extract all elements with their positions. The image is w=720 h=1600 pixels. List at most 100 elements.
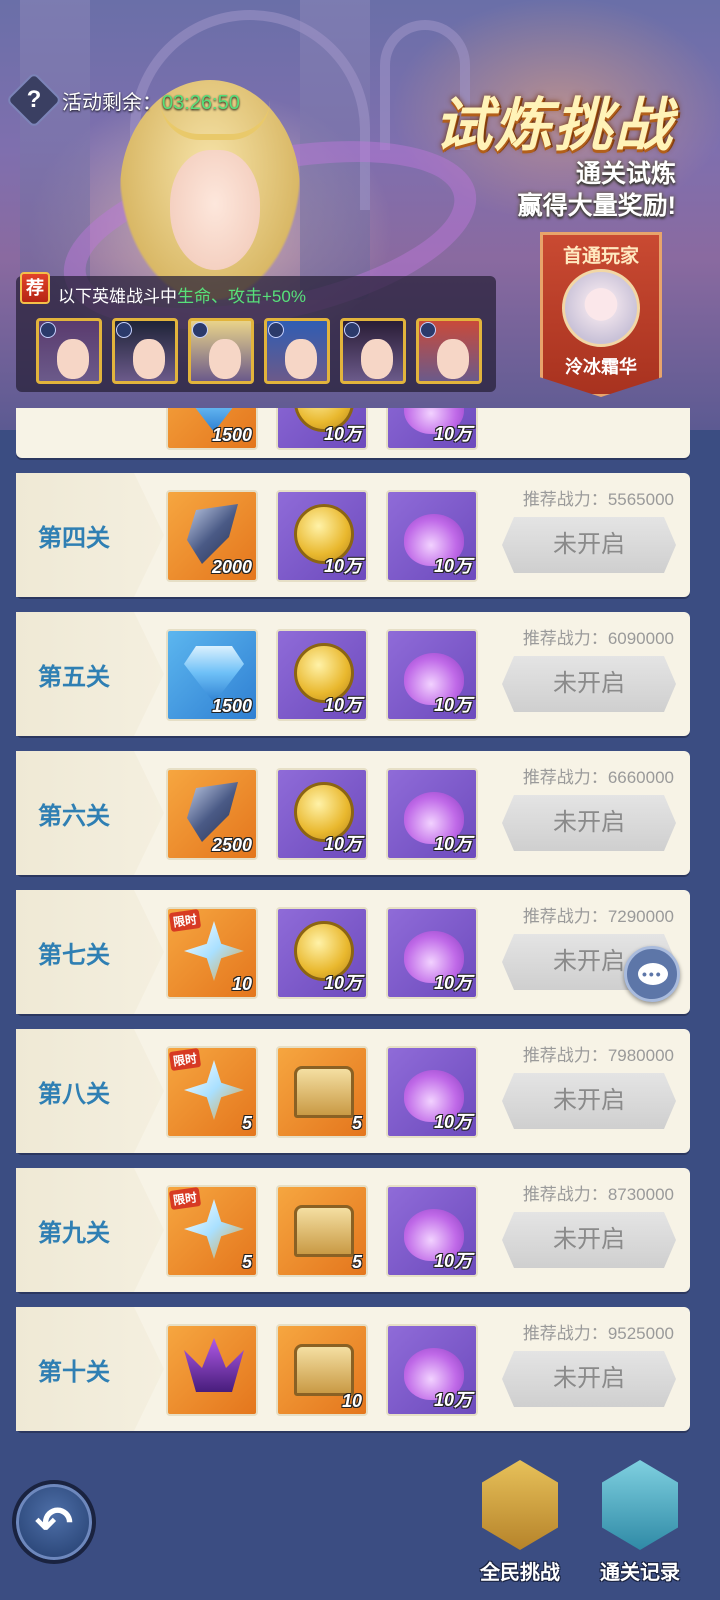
hero-portrait[interactable] (264, 318, 330, 384)
reward-list: 2000 10万 10万 (166, 490, 478, 582)
power-label: 推荐战力： (522, 1046, 608, 1065)
hero-bonus-panel: 荐 以下英雄战斗中生命、攻击+50% (16, 272, 496, 392)
castle-icon (482, 1460, 558, 1550)
challenge-button[interactable]: 未开启 (502, 795, 676, 851)
stage-row: 第七关 限时 10 10万 10万 推荐战力：7290000 未开启 (16, 890, 690, 1014)
reward-quantity: 10万 (323, 424, 362, 444)
challenge-button[interactable]: 未开启 (502, 1351, 676, 1407)
reward-quantity: 10万 (323, 834, 362, 854)
challenge-button[interactable]: 未开启 (502, 1073, 676, 1129)
timer-label: 活动剩余： (62, 92, 162, 114)
hero-portrait[interactable] (416, 318, 482, 384)
question-icon: ? (26, 86, 42, 113)
first-clear-banner[interactable]: 首通玩家 泠冰霜华 (540, 232, 662, 397)
reward-quantity: 10万 (433, 1390, 472, 1410)
reward-quantity: 5 (241, 1113, 252, 1133)
bonus-description: 以下英雄战斗中生命、攻击+50% (58, 282, 306, 307)
bonus-highlight: 生命、攻击+50% (177, 287, 306, 306)
reward-quantity: 10万 (433, 1112, 472, 1132)
recommended-power: 推荐战力：9525000 (523, 1319, 674, 1344)
reward-item[interactable]: 10万 (276, 629, 368, 721)
reward-item[interactable]: 10万 (276, 768, 368, 860)
page-title: 试炼挑战 (433, 93, 674, 158)
power-label: 推荐战力： (522, 490, 608, 509)
recommend-badge: 荐 (20, 272, 50, 304)
reward-item[interactable]: 10万 (386, 1185, 478, 1277)
limited-time-tag: 限时 (168, 1048, 202, 1071)
sun-element-icon (192, 322, 208, 338)
reward-item[interactable]: 10万 (386, 629, 478, 721)
stage-row: 第六关 2500 10万 10万 推荐战力：6660000 未开启 (16, 751, 690, 875)
reward-quantity: 10万 (323, 695, 362, 715)
clear-record-button[interactable]: 通关记录 (590, 1460, 690, 1592)
hero-portrait[interactable] (340, 318, 406, 384)
reward-quantity: 10 (341, 1391, 362, 1411)
power-label: 推荐战力： (522, 629, 608, 648)
hero-portrait[interactable] (188, 318, 254, 384)
all-challenge-button[interactable]: 全民挑战 (470, 1460, 570, 1592)
reward-list: 2500 10万 10万 (166, 768, 478, 860)
reward-item[interactable]: 2500 (166, 768, 258, 860)
reward-quantity: 10万 (433, 424, 472, 444)
reward-item[interactable]: 10万 (386, 907, 478, 999)
stage-row: 第八关 限时 5 5 10万 推荐战力：7980000 未开启 (16, 1029, 690, 1153)
reward-item[interactable]: 1500 (166, 629, 258, 721)
reward-item[interactable]: 10万 (386, 1046, 478, 1138)
reward-item[interactable]: 10万 (276, 408, 368, 450)
power-value: 6660000 (607, 768, 674, 787)
reward-quantity: 10万 (323, 973, 362, 993)
reward-item[interactable]: 限时 5 (166, 1046, 258, 1138)
reward-item[interactable]: 10万 (276, 907, 368, 999)
reward-item[interactable]: 5 (276, 1046, 368, 1138)
recommended-power: 推荐战力：5565000 (523, 485, 674, 510)
power-value: 7290000 (607, 907, 674, 926)
hero-portrait[interactable] (112, 318, 178, 384)
shadow-element-icon (420, 322, 436, 338)
recommended-power: 推荐战力：8730000 (523, 1180, 674, 1205)
recommended-power: 推荐战力：7290000 (523, 902, 674, 927)
reward-item[interactable]: 10 (276, 1324, 368, 1416)
bonus-prefix: 以下英雄战斗中 (58, 287, 177, 306)
reward-item[interactable]: 10万 (386, 768, 478, 860)
clear-record-label: 通关记录 (600, 1562, 680, 1584)
reward-item[interactable]: 限时 10 (166, 907, 258, 999)
hero-list (36, 318, 482, 384)
power-label: 推荐战力： (522, 768, 608, 787)
power-value: 5565000 (607, 490, 674, 509)
reward-item[interactable]: 10万 (386, 408, 478, 450)
subtitle-line-1: 通关试炼 (575, 160, 676, 188)
reward-list: 1500 10万 10万 (166, 629, 478, 721)
power-value: 9525000 (607, 1324, 674, 1343)
challenge-button[interactable]: 未开启 (502, 1212, 676, 1268)
reward-list: 1500 10万 10万 (166, 408, 478, 450)
reward-quantity: 5 (351, 1252, 362, 1272)
hero-portrait[interactable] (36, 318, 102, 384)
challenge-button[interactable]: 未开启 (502, 517, 676, 573)
reward-list: 10 10万 (166, 1324, 478, 1416)
reward-item[interactable]: 10万 (386, 490, 478, 582)
reward-item[interactable] (166, 1324, 258, 1416)
reward-item[interactable]: 5 (276, 1185, 368, 1277)
reward-quantity: 10万 (433, 973, 472, 993)
reward-quantity: 10万 (433, 695, 472, 715)
stage-row: 第九关 限时 5 5 10万 推荐战力：8730000 未开启 (16, 1168, 690, 1292)
stage-name: 第五关 (38, 664, 110, 691)
power-value: 8730000 (607, 1185, 674, 1204)
challenge-button[interactable]: 未开启 (502, 656, 676, 712)
reward-quantity: 10万 (433, 1251, 472, 1271)
reward-quantity: 10万 (323, 556, 362, 576)
reward-item[interactable]: 10万 (386, 1324, 478, 1416)
back-button[interactable]: ↶ (12, 1480, 96, 1564)
water-element-icon (40, 322, 56, 338)
reward-item[interactable]: 10万 (276, 490, 368, 582)
power-label: 推荐战力： (522, 1185, 608, 1204)
chat-button[interactable]: ••• (624, 946, 680, 1002)
reward-item[interactable]: 1500 (166, 408, 258, 450)
stage-name: 第八关 (38, 1081, 110, 1108)
reward-item[interactable]: 2000 (166, 490, 258, 582)
reward-list: 限时 10 10万 10万 (166, 907, 478, 999)
recommended-power: 推荐战力：7980000 (523, 1041, 674, 1066)
star-shard-icon (184, 1060, 244, 1120)
reward-quantity: 5 (351, 1113, 362, 1133)
reward-item[interactable]: 限时 5 (166, 1185, 258, 1277)
